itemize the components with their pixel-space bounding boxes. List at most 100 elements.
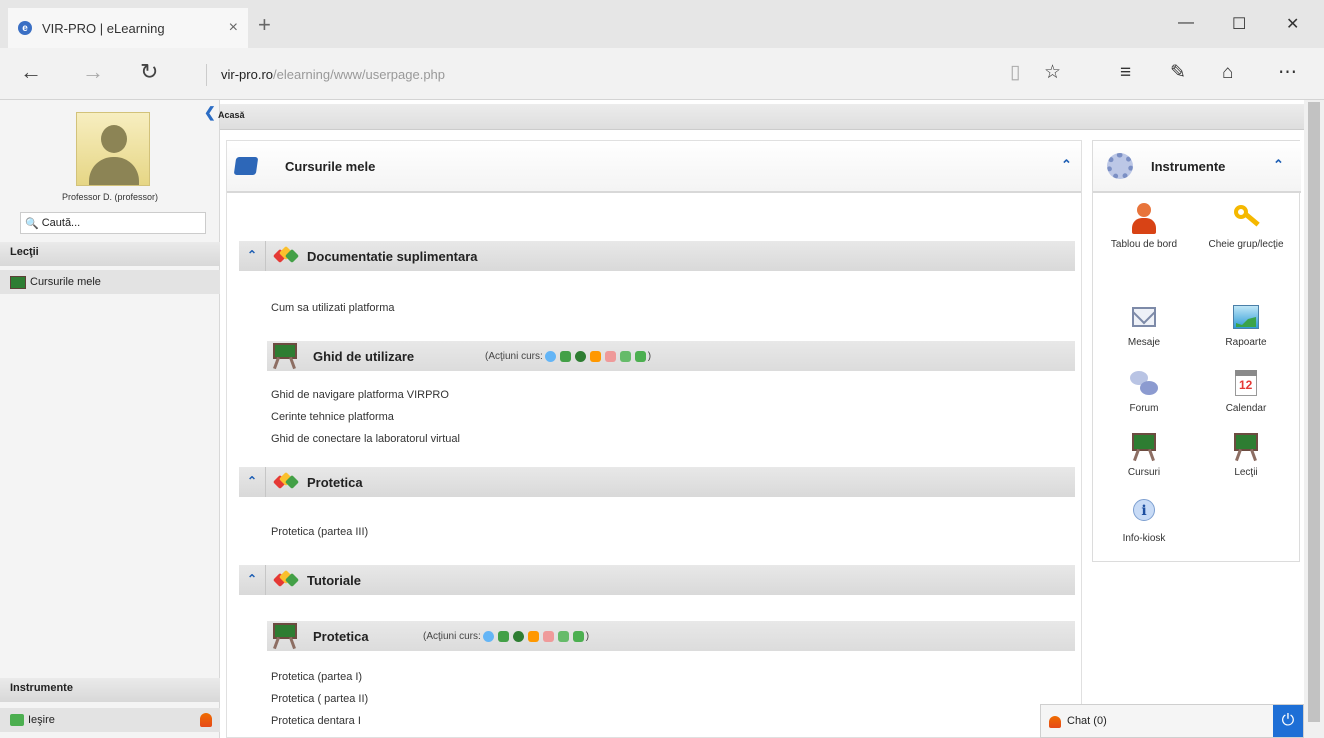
category-bar[interactable]: ⌃ Tutoriale — [239, 565, 1075, 595]
power-icon[interactable]: ⏻ — [1273, 705, 1303, 737]
reading-view-icon[interactable]: ▯ — [1010, 62, 1020, 84]
breadcrumb-home-link[interactable]: Acasă — [218, 110, 245, 120]
tool-label: Cursuri — [1127, 467, 1161, 478]
lesson-link[interactable]: Protetica ( partea II) — [271, 693, 368, 705]
leaf-icon[interactable] — [497, 631, 509, 642]
tool-forum[interactable]: Forum — [1099, 367, 1189, 415]
tools-panel: Instrumente ⌃ Tablou de bord Cheie grup/… — [1092, 140, 1301, 562]
leaf-icon[interactable] — [559, 351, 571, 362]
collapse-chevron-icon[interactable]: ⌃ — [247, 572, 257, 586]
tool-reports[interactable]: Rapoarte — [1201, 301, 1291, 349]
hub-icon[interactable]: ≡ — [1120, 62, 1131, 84]
hands-icon[interactable] — [589, 351, 601, 362]
category-link[interactable]: Cum sa utilizati platforma — [271, 302, 395, 314]
forward-arrow-icon[interactable]: → — [82, 60, 104, 84]
web-note-icon[interactable]: ✎ — [1170, 62, 1186, 84]
tool-messages[interactable]: Mesaje — [1099, 301, 1189, 349]
gear-icon[interactable] — [574, 351, 586, 362]
minimize-button[interactable]: — — [1178, 14, 1194, 32]
breadcrumb-bar — [220, 104, 1304, 130]
tool-lessons[interactable]: Lecţii — [1201, 431, 1291, 479]
more-icon[interactable]: ⋯ — [1278, 62, 1297, 84]
search-input[interactable]: 🔍 Caută... — [20, 212, 206, 234]
tool-label: Info-kiosk — [1122, 533, 1166, 544]
avatar[interactable] — [76, 112, 150, 186]
category-title: Documentatie suplimentara — [307, 249, 478, 264]
key-icon — [1230, 203, 1262, 235]
category-link[interactable]: Protetica (partea III) — [271, 526, 368, 538]
tool-label: Mesaje — [1127, 337, 1161, 348]
lesson-link[interactable]: Protetica (partea I) — [271, 671, 362, 683]
avatar-head-shape — [101, 125, 127, 153]
course-bar[interactable]: Protetica (Acţiuni curs: ) — [267, 621, 1075, 651]
tool-dashboard[interactable]: Tablou de bord — [1099, 203, 1189, 251]
hands-icon[interactable] — [527, 631, 539, 642]
chalkboard-icon — [1230, 431, 1262, 463]
close-window-button[interactable]: ✕ — [1286, 14, 1299, 34]
share-icon[interactable]: ⌂ — [1222, 62, 1233, 84]
tool-label: Tablou de bord — [1110, 239, 1178, 250]
back-chevron-icon[interactable]: ❮ — [204, 104, 216, 121]
envelope-icon — [1128, 301, 1160, 333]
lesson-link[interactable]: Ghid de conectare la laboratorul virtual — [271, 433, 460, 445]
tool-info-kiosk[interactable]: i Info-kiosk — [1099, 497, 1189, 545]
arrow-icon[interactable] — [634, 351, 646, 362]
url-input[interactable]: vir-pro.ro/elearning/www/userpage.php — [206, 64, 996, 86]
avatar-body-shape — [89, 157, 139, 185]
user-icon — [200, 713, 212, 727]
category-gems-icon — [272, 471, 300, 490]
exit-icon — [10, 714, 24, 726]
info-glyph: i — [1133, 499, 1155, 521]
course-bar[interactable]: Ghid de utilizare (Acţiuni curs: ) — [267, 341, 1075, 371]
tool-courses[interactable]: Cursuri — [1099, 431, 1189, 479]
collapse-chevron-icon[interactable]: ⌃ — [1273, 157, 1284, 173]
refresh-icon[interactable]: ↻ — [140, 60, 158, 84]
actions-label: (Acţiuni curs: — [423, 631, 481, 642]
edge-favicon-icon: e — [18, 21, 32, 35]
category-gems-icon — [272, 245, 300, 264]
maximize-button[interactable]: ☐ — [1232, 14, 1246, 34]
collapse-chevron-icon[interactable]: ⌃ — [247, 474, 257, 488]
calendar-icon[interactable] — [604, 351, 616, 362]
user-dashboard-icon — [1128, 203, 1160, 235]
sidebar-item-my-courses[interactable]: Cursurile mele — [0, 270, 220, 294]
chat-bar[interactable]: Chat (0) ⏻ — [1040, 704, 1304, 738]
category-bar[interactable]: ⌃ Documentatie suplimentara — [239, 241, 1075, 271]
tool-key[interactable]: Cheie grup/lecţie — [1201, 203, 1291, 251]
lesson-link[interactable]: Cerinte tehnice platforma — [271, 411, 394, 423]
page-scrollbar[interactable] — [1304, 100, 1324, 738]
tool-label: Forum — [1129, 403, 1159, 414]
arrow-icon[interactable] — [619, 351, 631, 362]
book-icon — [233, 157, 259, 175]
collapse-chevron-icon[interactable]: ⌃ — [247, 248, 257, 262]
scrollbar-thumb[interactable] — [1308, 102, 1320, 722]
tab-close-icon[interactable]: × — [229, 19, 238, 37]
tool-label: Lecţii — [1234, 467, 1258, 478]
actions-end: ) — [585, 631, 590, 642]
arrow-icon[interactable] — [557, 631, 569, 642]
course-actions: (Acţiuni curs: ) — [485, 351, 651, 362]
new-tab-button[interactable]: + — [258, 14, 271, 36]
category-bar[interactable]: ⌃ Protetica — [239, 467, 1075, 497]
panel-header: Cursurile mele ⌃ — [227, 141, 1081, 193]
gear-icon[interactable] — [512, 631, 524, 642]
sidebar-item-label: Cursurile mele — [30, 276, 101, 288]
info-icon[interactable] — [482, 631, 494, 642]
lesson-link[interactable]: Protetica dentara I — [271, 715, 361, 727]
lesson-link[interactable]: Ghid de navigare platforma VIRPRO — [271, 389, 449, 401]
favorite-star-icon[interactable]: ☆ — [1044, 62, 1061, 84]
info-icon[interactable] — [544, 351, 556, 362]
course-title: Ghid de utilizare — [313, 349, 415, 364]
search-icon: 🔍 — [25, 217, 39, 230]
info-icon: i — [1128, 497, 1160, 529]
arrow-icon[interactable] — [572, 631, 584, 642]
back-arrow-icon[interactable]: ← — [20, 60, 42, 84]
chalkboard-icon — [10, 275, 26, 289]
collapse-chevron-icon[interactable]: ⌃ — [1061, 157, 1072, 173]
calendar-icon[interactable] — [542, 631, 554, 642]
tool-calendar[interactable]: 12 Calendar — [1201, 367, 1291, 415]
chalkboard-icon — [1128, 431, 1160, 463]
sidebar-item-exit[interactable]: Ieşire — [0, 708, 220, 732]
category-title: Protetica — [307, 475, 363, 490]
browser-tab[interactable]: e VIR-PRO | eLearning × — [8, 8, 248, 48]
